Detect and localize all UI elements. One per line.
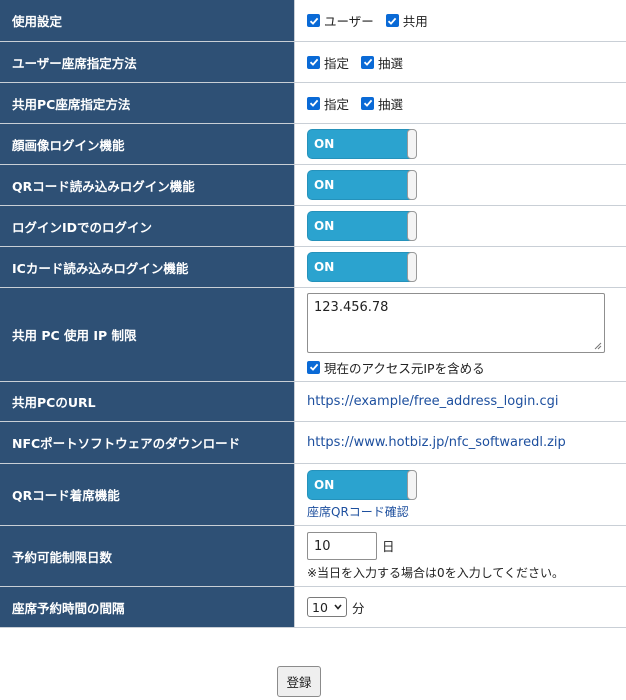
label-nfc-download: NFCポートソフトウェアのダウンロード	[0, 422, 295, 463]
reserve-interval-select[interactable]: 10	[307, 597, 347, 617]
ip-textarea-value: 123.456.78	[314, 299, 389, 315]
check-icon	[363, 99, 372, 107]
label-reserve-interval: 座席予約時間の間隔	[0, 587, 295, 627]
reserve-days-note: ※当日を入力する場合は0を入力してください。	[307, 565, 564, 580]
value-ic-login: ON	[295, 247, 626, 287]
label-face-login: 顔画像ログイン機能	[0, 124, 295, 164]
value-ip-limit: 123.456.78 現在のアクセス元IPを含める	[295, 288, 626, 381]
label-id-login: ログインIDでのログイン	[0, 206, 295, 246]
toggle-state: ON	[314, 137, 335, 151]
row-usage: 使用設定 ユーザー 共用	[0, 0, 626, 42]
row-user-seat: ユーザー座席指定方法 指定 抽選	[0, 42, 626, 83]
checkbox-shared[interactable]	[385, 14, 399, 27]
value-id-login: ON	[295, 206, 626, 246]
checkbox-shared-pc-lottery-label: 抽選	[378, 96, 404, 112]
label-ic-login: ICカード読み込みログイン機能	[0, 247, 295, 287]
row-qr-seat: QRコード着席機能 ON 座席QRコード確認	[0, 464, 626, 526]
toggle-state: ON	[314, 260, 335, 274]
reserve-days-unit: 日	[382, 539, 395, 554]
label-ip-limit: 共用 PC 使用 IP 制限	[0, 288, 295, 381]
toggle-knob[interactable]	[407, 129, 417, 159]
row-qr-login: QRコード読み込みログイン機能 ON	[0, 165, 626, 206]
toggle-knob[interactable]	[407, 170, 417, 200]
checkbox-shared-label: 共用	[402, 14, 428, 29]
checkbox-include-current-ip[interactable]	[307, 360, 320, 374]
checkbox-include-current-ip-label: 現在のアクセス元IPを含める	[324, 360, 485, 376]
row-reserve-days: 予約可能制限日数 10 日 ※当日を入力する場合は0を入力してください。	[0, 526, 626, 587]
register-button[interactable]: 登録	[277, 666, 321, 697]
toggle-knob[interactable]	[407, 211, 417, 241]
label-reserve-days: 予約可能制限日数	[0, 526, 295, 586]
toggle-knob[interactable]	[407, 252, 417, 282]
row-ic-login: ICカード読み込みログイン機能 ON	[0, 247, 626, 288]
label-user-seat: ユーザー座席指定方法	[0, 42, 295, 82]
seat-qr-code-link[interactable]: 座席QRコード確認	[307, 503, 626, 520]
value-face-login: ON	[295, 124, 626, 164]
chevron-down-icon	[334, 604, 342, 610]
check-icon	[309, 58, 318, 66]
value-reserve-days: 10 日 ※当日を入力する場合は0を入力してください。	[295, 526, 626, 586]
value-shared-url: https://example/free_address_login.cgi	[295, 382, 626, 421]
label-shared-pc-seat: 共用PC座席指定方法	[0, 83, 295, 123]
id-login-toggle[interactable]: ON	[307, 211, 417, 241]
shared-url-link[interactable]: https://example/free_address_login.cgi	[307, 394, 626, 409]
checkbox-user-label: ユーザー	[324, 14, 374, 29]
label-shared-url: 共用PCのURL	[0, 382, 295, 421]
toggle-state: ON	[314, 178, 335, 192]
qr-login-toggle[interactable]: ON	[307, 170, 417, 200]
toggle-state: ON	[314, 219, 335, 233]
settings-table: 使用設定 ユーザー 共用 ユーザー座席指定方法 指定 抽選 共用PC座席指定方法	[0, 0, 626, 628]
row-reserve-interval: 座席予約時間の間隔 10 分	[0, 587, 626, 628]
resize-handle-icon[interactable]	[594, 342, 602, 350]
label-qr-login: QRコード読み込みログイン機能	[0, 165, 295, 205]
value-qr-login: ON	[295, 165, 626, 205]
checkbox-user-seat-assigned-label: 指定	[324, 55, 350, 71]
check-icon	[363, 58, 372, 66]
value-shared-pc-seat: 指定 抽選	[295, 83, 626, 123]
reserve-interval-unit: 分	[352, 600, 365, 616]
row-ip-limit: 共用 PC 使用 IP 制限 123.456.78 現在のアクセス元IPを含める	[0, 288, 626, 382]
ic-login-toggle[interactable]: ON	[307, 252, 417, 282]
ip-textarea[interactable]: 123.456.78	[307, 292, 605, 353]
row-shared-pc-seat: 共用PC座席指定方法 指定 抽選	[0, 83, 626, 124]
checkbox-shared-pc-assigned[interactable]	[307, 96, 320, 110]
checkbox-shared-pc-assigned-label: 指定	[324, 96, 350, 112]
label-qr-seat: QRコード着席機能	[0, 464, 295, 525]
value-qr-seat: ON 座席QRコード確認	[295, 464, 626, 525]
checkbox-shared-pc-lottery[interactable]	[361, 96, 375, 110]
checkbox-user-seat-lottery-label: 抽選	[378, 55, 404, 71]
checkbox-user[interactable]	[307, 14, 320, 27]
value-user-seat: 指定 抽選	[295, 42, 626, 82]
label-usage: 使用設定	[0, 0, 295, 41]
checkbox-user-seat-lottery[interactable]	[361, 55, 375, 69]
reserve-days-input[interactable]: 10	[307, 531, 377, 560]
row-shared-url: 共用PCのURL https://example/free_address_lo…	[0, 382, 626, 422]
check-icon	[309, 99, 318, 107]
qr-seat-toggle[interactable]: ON	[307, 469, 417, 500]
value-nfc-download: https://www.hotbiz.jp/nfc_softwaredl.zip	[295, 422, 626, 463]
face-login-toggle[interactable]: ON	[307, 129, 417, 159]
row-nfc-download: NFCポートソフトウェアのダウンロード https://www.hotbiz.j…	[0, 422, 626, 464]
row-id-login: ログインIDでのログイン ON	[0, 206, 626, 247]
row-face-login: 顔画像ログイン機能 ON	[0, 124, 626, 165]
reserve-interval-value: 10	[312, 599, 328, 615]
check-icon	[388, 17, 397, 25]
checkbox-user-seat-assigned[interactable]	[307, 55, 320, 69]
toggle-state: ON	[314, 477, 335, 492]
toggle-knob[interactable]	[407, 469, 417, 500]
check-icon	[309, 363, 318, 371]
value-usage: ユーザー 共用	[295, 0, 626, 41]
check-icon	[309, 17, 318, 25]
value-reserve-interval: 10 分	[295, 587, 626, 627]
nfc-download-link[interactable]: https://www.hotbiz.jp/nfc_softwaredl.zip	[307, 435, 626, 450]
